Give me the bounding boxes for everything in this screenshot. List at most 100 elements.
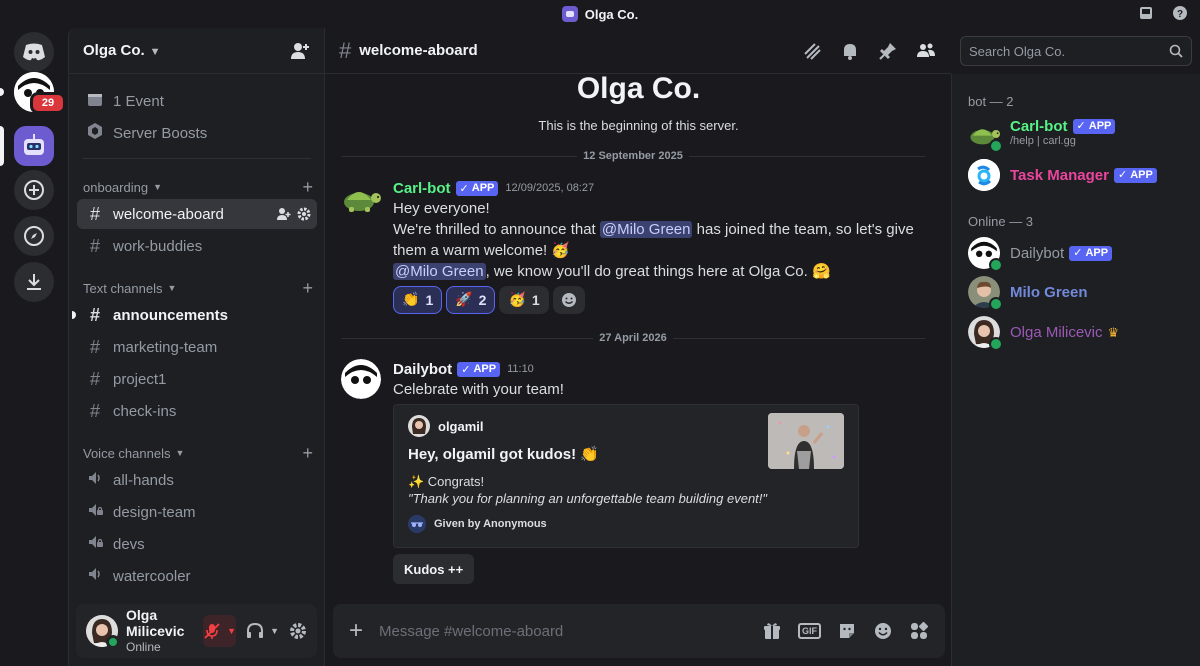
- dailybot-avatar-icon[interactable]: [341, 359, 381, 399]
- channel-check-ins[interactable]: # check-ins: [77, 396, 317, 426]
- user-avatar[interactable]: [86, 615, 120, 649]
- olga-co-server-icon[interactable]: [0, 126, 54, 166]
- server-rail: 29: [0, 28, 68, 666]
- add-server-button[interactable]: [14, 170, 54, 210]
- hash-icon: #: [89, 304, 100, 325]
- reaction-count: 1: [531, 292, 540, 308]
- server-header[interactable]: Olga Co. ▼: [69, 28, 324, 74]
- category-label: Text channels: [83, 280, 163, 296]
- category-voice-channels[interactable]: Voice channels ▼ +: [83, 443, 313, 464]
- chevron-down-icon[interactable]: ▼: [227, 626, 236, 636]
- emoji-icon[interactable]: [873, 621, 893, 641]
- gear-icon: [290, 623, 306, 639]
- member-olga-milicevic[interactable]: Olga Milicevic ♛: [968, 314, 1193, 351]
- reaction-clap[interactable]: 👏 1: [393, 286, 443, 314]
- server-name: Olga Co.: [83, 42, 145, 59]
- chevron-down-icon: ▼: [167, 283, 177, 293]
- member-list-icon[interactable]: [915, 40, 937, 62]
- kudos-button[interactable]: Kudos ++: [393, 554, 475, 584]
- headphones-button[interactable]: ▼: [246, 622, 279, 640]
- discord-home-button[interactable]: [14, 32, 54, 72]
- channel-project1[interactable]: # project1: [77, 364, 317, 394]
- speaker-lock-icon: [85, 502, 105, 523]
- member-carl-bot[interactable]: Carl-bot ✓ APP /help | carl.gg: [968, 116, 1193, 153]
- svg-text:?: ?: [1177, 9, 1183, 20]
- search-box[interactable]: [960, 36, 1192, 66]
- user-mention[interactable]: @Milo Green: [393, 263, 486, 280]
- user-settings-button[interactable]: [289, 622, 307, 640]
- member-name: Dailybot: [1010, 244, 1065, 262]
- voice-channel-devs[interactable]: devs: [77, 529, 317, 559]
- voice-channel-watercooler[interactable]: watercooler: [77, 561, 317, 591]
- mute-button[interactable]: ▼: [203, 615, 237, 647]
- channel-welcome-aboard[interactable]: # welcome-aboard: [77, 199, 317, 229]
- message-line: @Milo Green, we know you'll do great thi…: [393, 261, 931, 282]
- attach-plus-icon[interactable]: +: [349, 617, 363, 645]
- member-avatar: [968, 316, 1003, 351]
- message-line: Celebrate with your team!: [393, 381, 564, 398]
- hash-icon: #: [89, 203, 100, 224]
- apps-icon[interactable]: [909, 621, 929, 641]
- chat-header: # welcome-aboard: [325, 28, 951, 74]
- invite-icon[interactable]: [277, 207, 291, 221]
- divider: [341, 155, 578, 157]
- invite-people-icon[interactable]: [290, 42, 310, 60]
- download-apps-button[interactable]: [14, 262, 54, 302]
- speaker-icon: [85, 566, 105, 587]
- member-milo-green[interactable]: Milo Green: [968, 274, 1193, 311]
- embed-author-avatar: [408, 415, 430, 437]
- text-fragment: , we know you'll do great things here at…: [485, 263, 812, 280]
- voice-channel-design-team[interactable]: design-team: [77, 497, 317, 527]
- sticker-icon[interactable]: [837, 621, 857, 641]
- add-channel-icon[interactable]: +: [302, 278, 313, 299]
- add-reaction-button[interactable]: [552, 286, 585, 314]
- author-name[interactable]: Dailybot: [393, 361, 452, 378]
- pin-icon[interactable]: [877, 40, 899, 62]
- welcome-title: Olga Co.: [576, 72, 701, 105]
- user-mention[interactable]: @Milo Green: [599, 221, 693, 238]
- turtle-avatar-icon[interactable]: [341, 178, 381, 218]
- member-task-manager[interactable]: Task Manager ✓ APP: [968, 157, 1193, 193]
- channel-label: welcome-aboard: [113, 205, 224, 223]
- chevron-down-icon[interactable]: ▼: [270, 626, 279, 636]
- divider: [672, 337, 925, 339]
- threads-icon[interactable]: [801, 40, 823, 62]
- channel-marketing-team[interactable]: # marketing-team: [77, 332, 317, 362]
- reaction-party[interactable]: 🥳 1: [499, 286, 549, 314]
- mic-muted-icon: [204, 623, 220, 639]
- chevron-down-icon: ▼: [153, 182, 162, 192]
- channel-work-buddies[interactable]: # work-buddies: [77, 231, 317, 261]
- search-input[interactable]: [969, 43, 1169, 59]
- help-icon[interactable]: ?: [1172, 5, 1188, 21]
- gift-icon[interactable]: [762, 621, 782, 641]
- message-line: Hey everyone!: [393, 200, 490, 217]
- app-badge: ✓ APP: [1072, 119, 1116, 134]
- channel-announcements[interactable]: # announcements: [72, 300, 317, 330]
- add-channel-icon[interactable]: +: [302, 177, 313, 198]
- member-group-header: Online — 3: [968, 214, 1034, 229]
- reaction-rocket[interactable]: 🚀 2: [446, 286, 496, 314]
- bell-icon[interactable]: [839, 40, 861, 62]
- inbox-icon[interactable]: [1138, 5, 1154, 21]
- add-channel-icon[interactable]: +: [302, 443, 313, 464]
- embed-thumbnail-image[interactable]: [768, 413, 844, 469]
- category-text-channels[interactable]: Text channels ▼ +: [83, 278, 313, 299]
- member-dailybot[interactable]: Dailybot ✓ APP: [968, 235, 1193, 272]
- compass-icon: [24, 226, 44, 246]
- sidebar-item-events[interactable]: 1 Event: [77, 86, 317, 116]
- discover-button[interactable]: [14, 216, 54, 256]
- author-name[interactable]: Carl-bot: [393, 180, 451, 197]
- member-name: Carl-bot: [1010, 118, 1068, 135]
- date-label: 12 September 2025: [583, 150, 683, 162]
- embed-line: "Thank you for planning an unforgettable…: [408, 491, 768, 506]
- date-label: 27 April 2026: [599, 332, 667, 344]
- gif-icon[interactable]: GIF: [798, 623, 821, 639]
- voice-channel-all-hands[interactable]: all-hands: [77, 465, 317, 495]
- gear-icon[interactable]: [297, 207, 311, 221]
- category-onboarding[interactable]: onboarding ▼ +: [83, 177, 313, 198]
- task-manager-avatar-icon: [968, 159, 1000, 191]
- message-input[interactable]: [379, 622, 762, 640]
- member-avatar: [968, 237, 1003, 272]
- sidebar-item-server-boosts[interactable]: Server Boosts: [77, 118, 317, 148]
- channel-label: all-hands: [113, 471, 174, 489]
